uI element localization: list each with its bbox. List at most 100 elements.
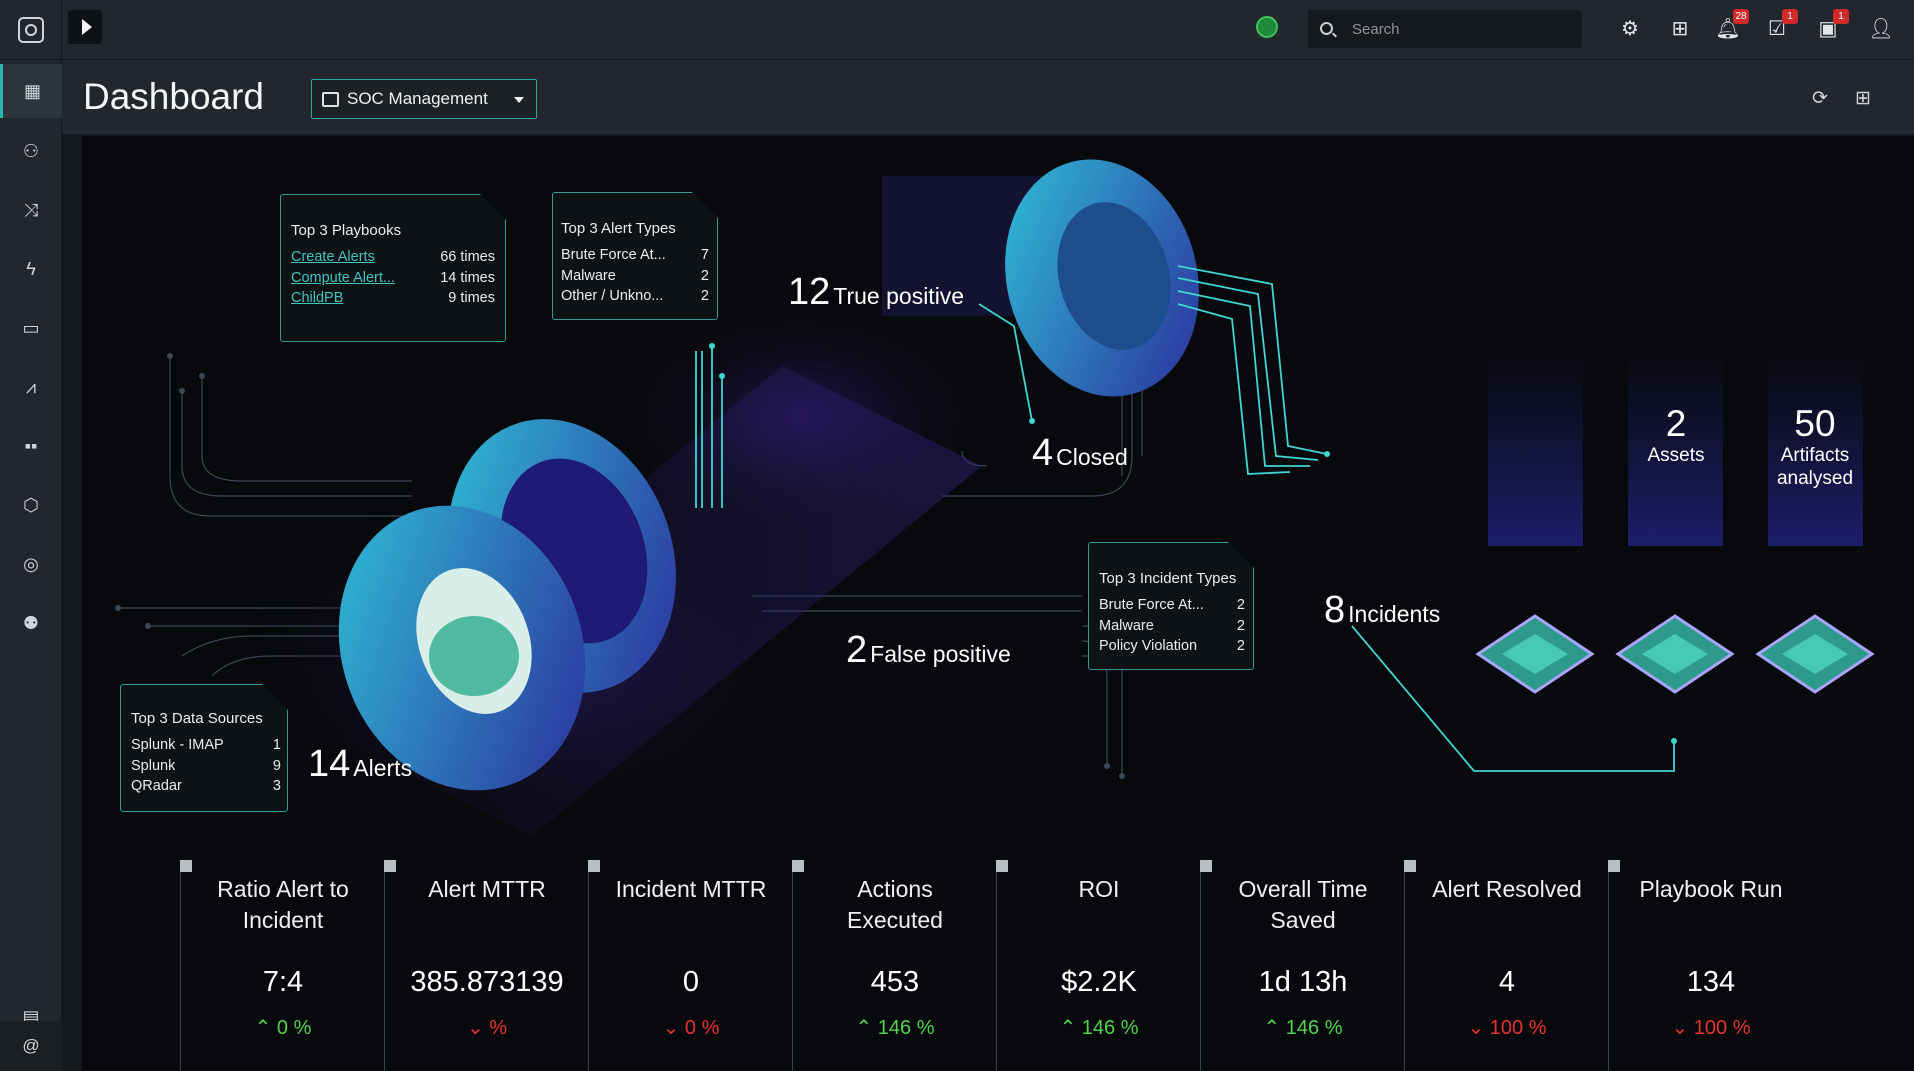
trend-down-icon: ⌄ — [1467, 1017, 1490, 1039]
trend-up-icon: ⌃ — [254, 1017, 277, 1039]
drag-handle[interactable] — [792, 860, 804, 872]
kpi-change-value: 146 % — [877, 1017, 935, 1039]
drag-handle[interactable] — [588, 860, 600, 872]
alert-type-count: 2 — [700, 288, 709, 304]
hierarchy-icon[interactable]: ⊞ — [1665, 14, 1695, 44]
status-icon[interactable] — [1256, 16, 1278, 38]
settings-icon[interactable]: ⚙ — [1615, 14, 1645, 44]
assets-metric[interactable]: 2 Assets — [1606, 404, 1746, 467]
page-title: Dashboard — [83, 76, 265, 117]
kpi-card: Playbook Run 134 ⌄ 100 % — [1608, 860, 1812, 1071]
kpi-change-value: 146 % — [1081, 1017, 1139, 1039]
data-source-name: Splunk - IMAP — [131, 737, 224, 753]
search-box — [1308, 10, 1582, 48]
kpi-value: 7:4 — [262, 966, 304, 998]
kpi-value: 453 — [870, 966, 920, 998]
kpi-change: ⌄ % — [385, 1015, 589, 1040]
card-title: Top 3 Alert Types — [561, 220, 676, 237]
trend-down-icon: ⌄ — [1671, 1017, 1694, 1039]
playbook-count: 14 times — [440, 269, 495, 286]
playbook-link[interactable]: Create Alerts — [291, 247, 411, 268]
data-source-name: QRadar — [131, 778, 182, 794]
alerts-metric[interactable]: 14 Alerts — [308, 743, 412, 786]
nav-team[interactable]: ⚉ — [0, 596, 62, 650]
queue-icon[interactable]: ▣ 1 — [1813, 9, 1849, 44]
kpi-value: 4 — [1498, 966, 1516, 998]
play-button[interactable] — [68, 10, 102, 44]
incidents-metric[interactable]: 8 Incidents — [1324, 589, 1440, 632]
kpi-change-value: 100 % — [1693, 1017, 1751, 1039]
nav-shuffle[interactable]: ⤨ — [0, 183, 62, 237]
kpi-card: Actions Executed 453 ⌃ 146 % — [792, 860, 996, 1071]
alert-type-name: Malware — [561, 267, 616, 284]
true-positive-metric[interactable]: 12 True positive — [788, 271, 964, 314]
metric-value: 8 — [1324, 589, 1346, 631]
refresh-icon[interactable]: ⟳ — [1807, 86, 1833, 112]
nav-apps[interactable]: ▪▪ — [0, 419, 62, 473]
drag-handle[interactable] — [384, 860, 396, 872]
search-input[interactable] — [1352, 18, 1572, 40]
closed-metric[interactable]: 4 Closed — [1032, 432, 1128, 475]
incident-type-name: Policy Violation — [1099, 638, 1198, 654]
kpi-change-value: % — [489, 1017, 508, 1039]
incident-type-count: 2 — [1236, 638, 1245, 654]
nav-users[interactable]: ⚇ — [0, 124, 62, 178]
false-positive-metric[interactable]: 2 False positive — [846, 629, 1011, 672]
drag-handle[interactable] — [996, 860, 1008, 872]
playbook-link[interactable]: ChildPB — [291, 288, 411, 309]
incident-type-name: Malware — [1099, 617, 1154, 634]
user-icon[interactable]: 👤︎ — [1866, 14, 1896, 44]
kpi-card: Incident MTTR 0 ⌄ 0 % — [588, 860, 792, 1071]
drag-handle[interactable] — [1608, 860, 1620, 872]
play-icon — [81, 19, 92, 35]
kpi-change: ⌃ 146 % — [997, 1015, 1201, 1040]
kpi-title: ROI — [1078, 876, 1120, 902]
nav-lightning[interactable]: ϟ — [0, 242, 62, 296]
nav-dashboard[interactable]: ▦ — [0, 64, 62, 118]
nav-chart[interactable]: ⩘ — [0, 360, 62, 414]
artifacts-metric[interactable]: 50 Artifacts analysed — [1745, 404, 1885, 490]
metric-value: 14 — [308, 743, 351, 785]
edit-layout-icon[interactable]: ⊞ — [1850, 86, 1876, 112]
app-logo[interactable] — [0, 0, 62, 60]
playbook-link[interactable]: Compute Alert... — [291, 268, 411, 289]
metric-label: Incidents — [1348, 601, 1441, 627]
kpi-change: ⌄ 0 % — [589, 1015, 793, 1040]
playbook-count: 66 times — [440, 249, 495, 265]
kpi-change: ⌃ 146 % — [793, 1015, 997, 1040]
kpi-card: Alert Resolved 4 ⌄ 100 % — [1404, 860, 1608, 1071]
nav-support[interactable]: ◎ — [0, 537, 62, 591]
metric-value: 12 — [788, 271, 831, 313]
playbooks-card: Top 3 Playbooks Create Alerts 66 times Co… — [280, 194, 506, 342]
metric-value: 4 — [1032, 432, 1054, 474]
trend-down-icon: ⌄ — [466, 1017, 490, 1039]
search-icon — [1320, 22, 1333, 35]
metric-label: Alerts — [353, 755, 413, 781]
kpi-title: Incident MTTR — [615, 876, 767, 902]
nav-email[interactable]: @ — [0, 1021, 62, 1071]
drag-handle[interactable] — [180, 860, 192, 872]
nav-shield[interactable]: ⬡ — [0, 478, 62, 532]
data-source-count: 3 — [272, 778, 281, 794]
drag-handle[interactable] — [1200, 860, 1212, 872]
kpi-card: Alert MTTR 385.873139 ⌄ % — [384, 860, 588, 1071]
data-source-count: 1 — [272, 737, 281, 753]
bell-icon[interactable]: 🔔︎ 28 — [1713, 9, 1749, 44]
kpi-value: 1d 13h — [1258, 966, 1348, 998]
incident-type-count: 2 — [1236, 597, 1245, 613]
alert-type-name: Other / Unkno... — [561, 288, 664, 304]
task-icon[interactable]: ☑ 1 — [1762, 9, 1798, 44]
kpi-change-value: 0 % — [276, 1017, 312, 1039]
kpi-title: Overall Time Saved — [1238, 876, 1368, 933]
playbook-count: 9 times — [448, 290, 495, 306]
drag-handle[interactable] — [1404, 860, 1416, 872]
view-selector[interactable]: SOC Management — [311, 79, 537, 119]
metric-value: 2 — [1665, 403, 1687, 444]
incident-types-card: Top 3 Incident Types Brute Force At... 2 … — [1088, 542, 1254, 670]
metric-value: 2 — [846, 629, 868, 671]
trend-up-icon: ⌃ — [855, 1017, 878, 1039]
kpi-value: 0 — [682, 966, 700, 998]
kpi-value: 385.873139 — [410, 966, 564, 998]
nav-briefcase[interactable]: ▭ — [0, 301, 62, 355]
chevron-down-icon — [514, 97, 524, 103]
